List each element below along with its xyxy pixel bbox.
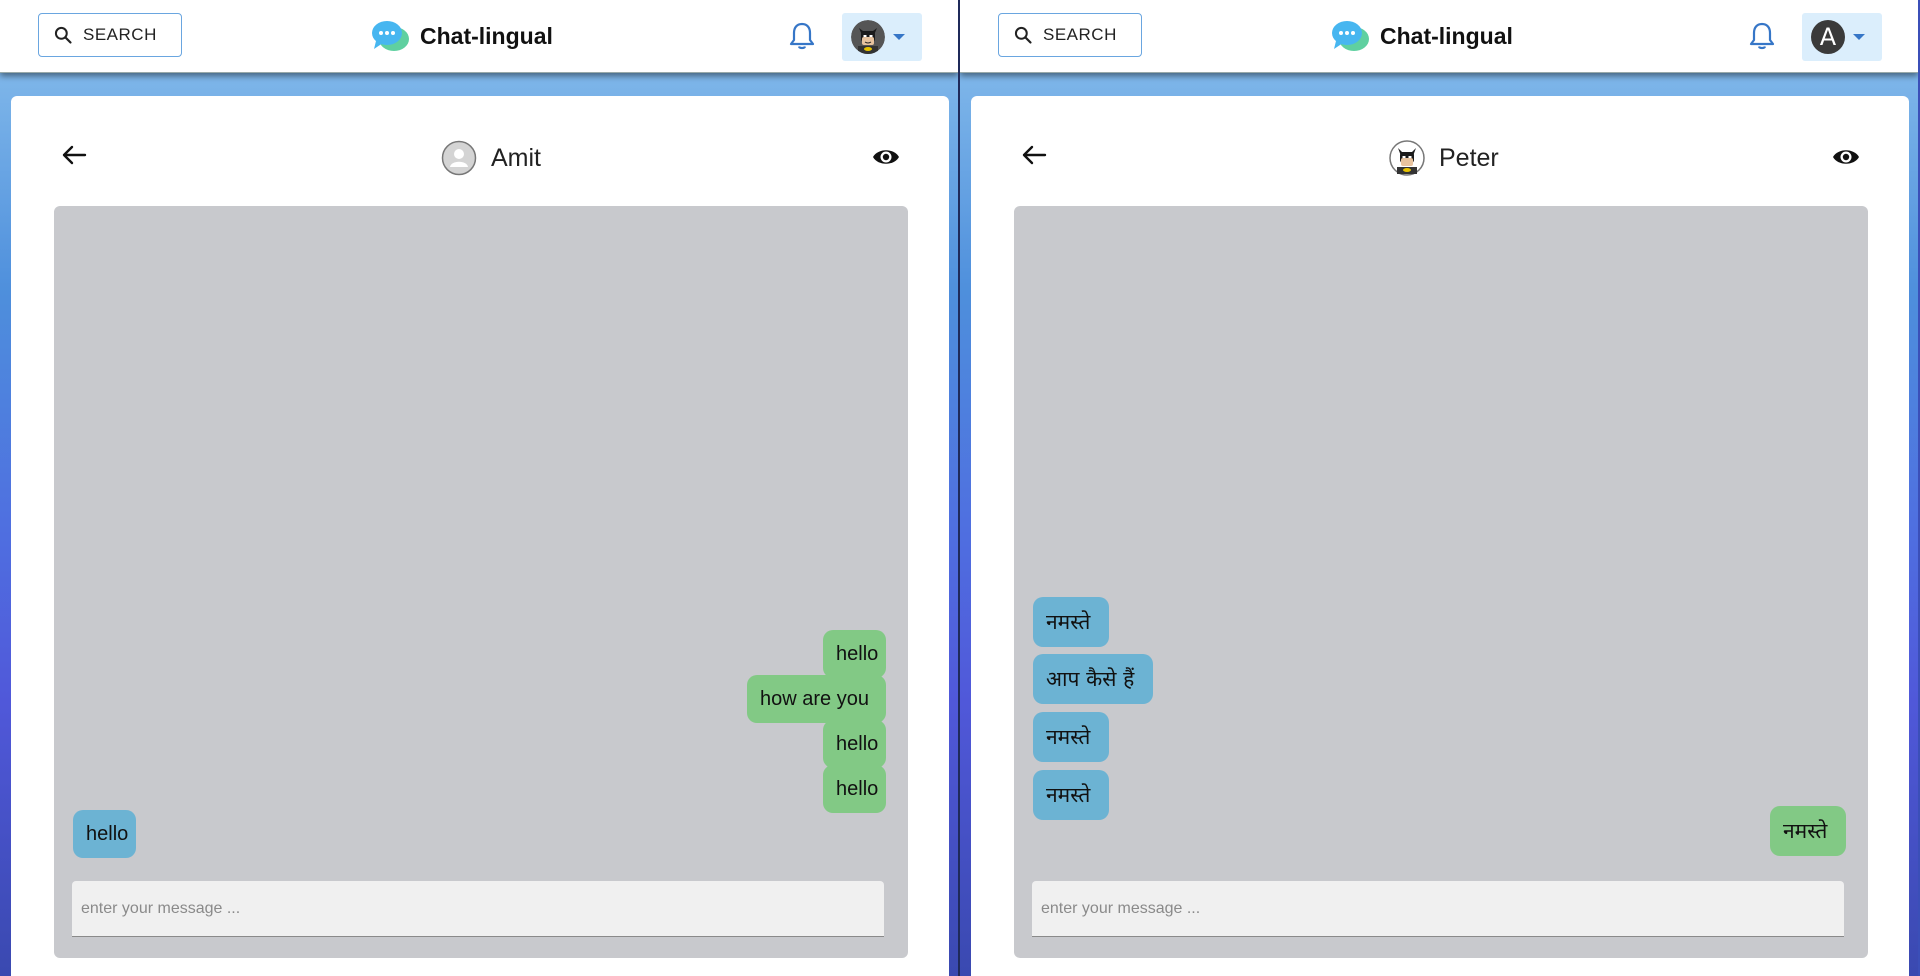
chat-header: Amit: [11, 96, 949, 206]
top-navbar: SEARCH Chat-lingual: [0, 0, 958, 73]
bell-icon[interactable]: [1746, 20, 1778, 52]
eye-icon[interactable]: [871, 142, 901, 172]
message-bubble-sent: how are you: [747, 675, 886, 723]
search-icon: [1014, 26, 1032, 44]
right-browser-window: SEARCH Chat-lingual A Peter नमस्ते आप कै…: [960, 0, 1918, 976]
app-brand: Chat-lingual: [370, 18, 553, 54]
chat-card: Peter नमस्ते आप कैसे हैं नमस्ते नमस्ते न…: [971, 96, 1909, 976]
back-arrow-icon[interactable]: [61, 142, 87, 168]
chat-logo-icon: [1332, 21, 1369, 51]
message-bubble-received: नमस्ते: [1033, 712, 1109, 762]
search-button[interactable]: SEARCH: [38, 13, 182, 57]
chat-logo-icon: [372, 21, 409, 51]
avatar: A: [1811, 20, 1845, 54]
chevron-down-icon: [1853, 34, 1865, 40]
user-menu-button[interactable]: A: [1802, 13, 1882, 61]
message-input[interactable]: [72, 881, 884, 937]
top-navbar: SEARCH Chat-lingual A: [960, 0, 1918, 73]
peer-name: Amit: [491, 143, 541, 172]
search-button[interactable]: SEARCH: [998, 13, 1142, 57]
bell-icon[interactable]: [786, 20, 818, 52]
brand-name: Chat-lingual: [420, 22, 553, 49]
message-list: नमस्ते आप कैसे हैं नमस्ते नमस्ते नमस्ते: [1014, 206, 1868, 958]
chat-peer: Amit: [441, 140, 541, 176]
message-list: hello how are you hello hello hello: [54, 206, 908, 958]
brand-name: Chat-lingual: [1380, 22, 1513, 49]
message-bubble-received: नमस्ते: [1033, 770, 1109, 820]
message-bubble-received: आप कैसे हैं: [1033, 654, 1153, 704]
app-brand: Chat-lingual: [1330, 18, 1513, 54]
user-menu-button[interactable]: [842, 13, 922, 61]
message-bubble-sent: hello: [823, 765, 886, 813]
left-browser-window: SEARCH Chat-lingual Amit hello how are y…: [0, 0, 958, 976]
chat-header: Peter: [971, 96, 1909, 206]
search-icon: [54, 26, 72, 44]
back-arrow-icon[interactable]: [1021, 142, 1047, 168]
batman-avatar-icon: [851, 20, 885, 54]
message-bubble-sent: hello: [823, 630, 886, 678]
default-user-avatar-icon: [441, 140, 477, 176]
message-bubble-sent: नमस्ते: [1770, 806, 1846, 856]
chevron-down-icon: [893, 34, 905, 40]
avatar: [851, 20, 885, 54]
peer-name: Peter: [1439, 143, 1499, 172]
batman-avatar-icon: [1389, 140, 1425, 176]
message-bubble-received: hello: [73, 810, 136, 858]
message-input[interactable]: [1032, 881, 1844, 937]
message-bubble-received: नमस्ते: [1033, 597, 1109, 647]
message-bubble-sent: hello: [823, 720, 886, 768]
search-label: SEARCH: [83, 25, 157, 44]
eye-icon[interactable]: [1831, 142, 1861, 172]
search-label: SEARCH: [1043, 25, 1117, 44]
chat-card: Amit hello how are you hello hello hello: [11, 96, 949, 976]
chat-peer: Peter: [1389, 140, 1499, 176]
